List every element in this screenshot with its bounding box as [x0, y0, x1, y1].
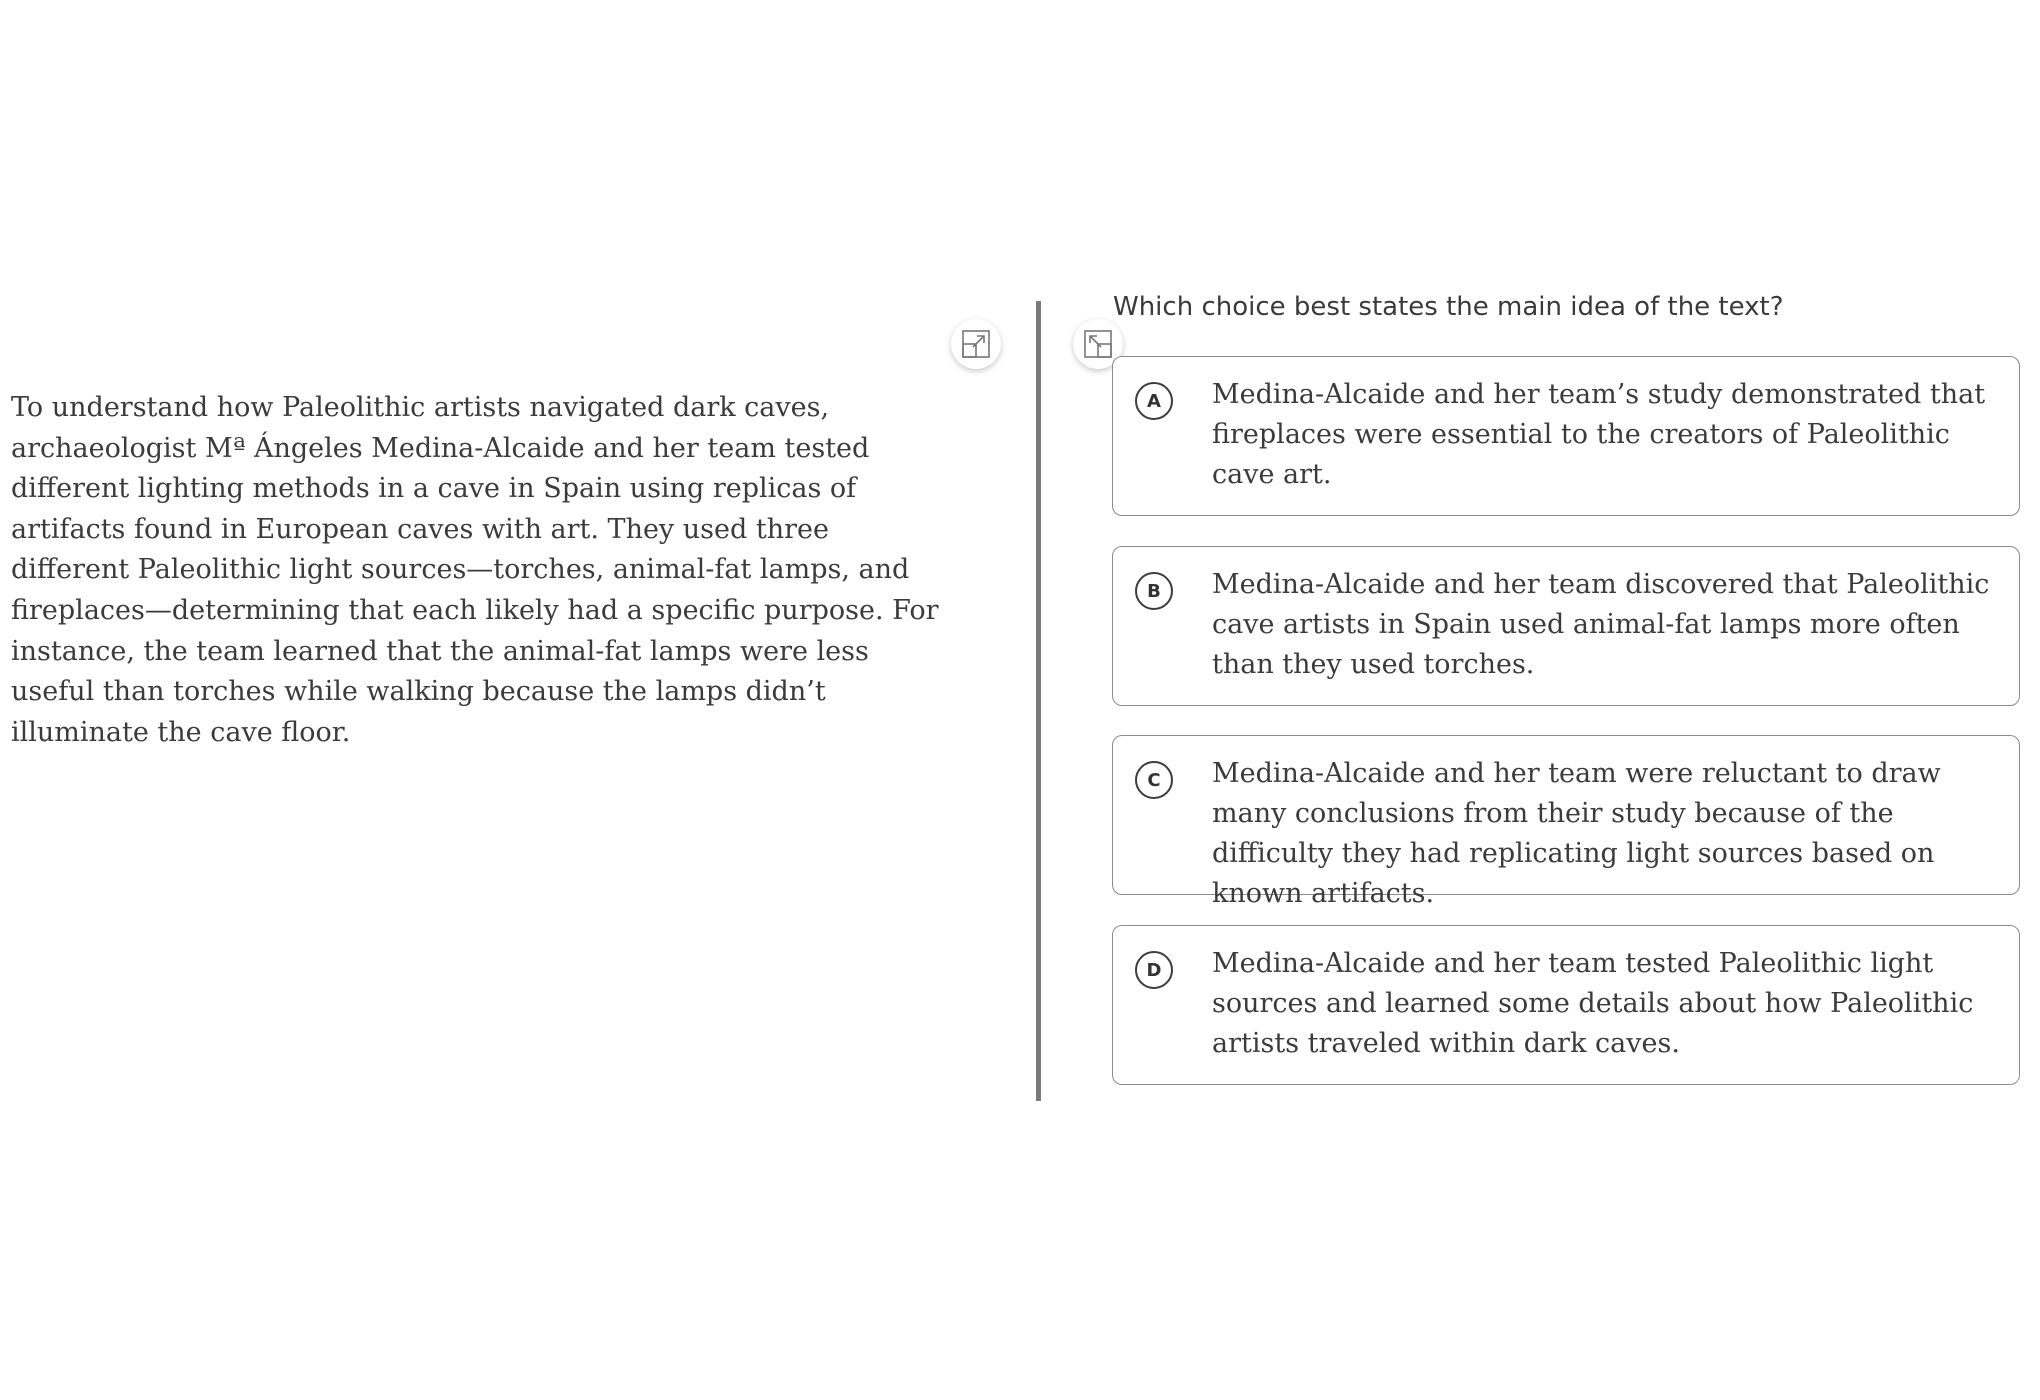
- answer-choice-d[interactable]: D Medina-Alcaide and her team tested Pal…: [1112, 925, 2020, 1085]
- choice-text-b: Medina-Alcaide and her team discovered t…: [1212, 569, 1990, 680]
- answer-choice-b[interactable]: B Medina-Alcaide and her team discovered…: [1112, 546, 2020, 706]
- choice-text-c: Medina-Alcaide and her team were relucta…: [1212, 758, 1941, 909]
- expand-passage-button[interactable]: [951, 319, 1001, 369]
- pane-divider[interactable]: [1036, 301, 1041, 1101]
- choice-letter-d: D: [1135, 951, 1173, 989]
- choice-text-a: Medina-Alcaide and her team’s study demo…: [1212, 379, 1986, 490]
- expand-arrow-icon: [962, 330, 990, 358]
- answer-choice-a[interactable]: A Medina-Alcaide and her team’s study de…: [1112, 356, 2020, 516]
- question-prompt: Which choice best states the main idea o…: [1113, 292, 1784, 322]
- choice-letter-b: B: [1135, 572, 1173, 610]
- passage-text: To understand how Paleolithic artists na…: [11, 392, 939, 748]
- collapse-arrow-icon: [1084, 330, 1112, 358]
- choice-text-d: Medina-Alcaide and her team tested Paleo…: [1212, 948, 1974, 1059]
- answer-choice-c[interactable]: C Medina-Alcaide and her team were reluc…: [1112, 735, 2020, 909]
- choice-letter-c: C: [1135, 761, 1173, 799]
- choice-letter-a: A: [1135, 382, 1173, 420]
